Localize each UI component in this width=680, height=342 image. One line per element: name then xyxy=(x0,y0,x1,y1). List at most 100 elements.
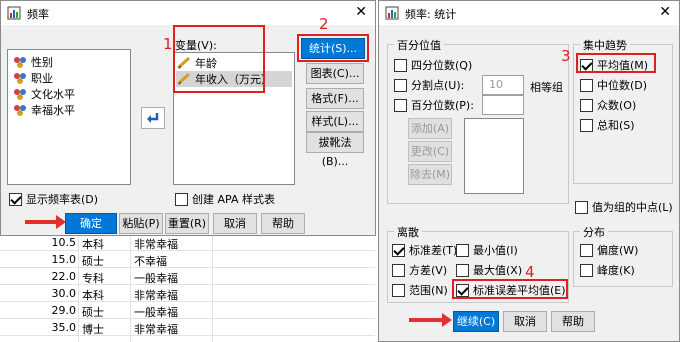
close-icon[interactable]: ✕ xyxy=(659,4,671,20)
dialog-title: 频率: 统计 xyxy=(405,8,457,21)
annotation-box-2 xyxy=(297,34,369,62)
bootstrap-button[interactable]: 拔靴法(B)... xyxy=(306,132,364,168)
cell-income: 35.0 xyxy=(51,321,77,334)
move-variable-button[interactable] xyxy=(141,107,165,129)
nominal-variable-icon xyxy=(14,57,26,68)
annotation-number-4: 4 xyxy=(525,263,535,281)
list-item[interactable]: 幸福水平 xyxy=(12,102,75,118)
minimum-checkbox[interactable]: 最小值(I) xyxy=(456,242,518,258)
source-variable-list[interactable]: 性别 职业 文化水平 幸福水平 xyxy=(7,49,131,185)
table-row[interactable]: 15.0 硕士 不幸福 xyxy=(0,251,375,268)
cell-income: 29.0 xyxy=(51,304,77,317)
cell-education: 本科 xyxy=(82,238,104,251)
median-checkbox[interactable]: 中位数(D) xyxy=(580,77,647,93)
checkbox-unchecked[interactable] xyxy=(175,192,188,206)
apa-style-checkbox[interactable]: 创建 APA 样式表 xyxy=(175,191,275,207)
spss-chart-icon xyxy=(7,6,21,20)
table-row[interactable]: 10.5 本科 非常幸福 xyxy=(0,234,375,251)
cell-education: 硕士 xyxy=(82,255,104,268)
cell-happiness: 非常幸福 xyxy=(134,238,178,251)
group-title: 分布 xyxy=(580,224,608,240)
distribution-group: 分布 偏度(W) 峰度(K) xyxy=(573,224,673,287)
percentile-values-group: 百分位值 四分位数(Q) 分割点(U): 10 相等组 百分位数(P): 添加(… xyxy=(387,37,569,204)
cell-happiness: 一般幸福 xyxy=(134,272,178,285)
list-item[interactable]: 性别 xyxy=(12,54,53,70)
percentiles-checkbox[interactable]: 百分位数(P): xyxy=(394,97,474,113)
annotation-box-3 xyxy=(576,53,656,73)
list-item[interactable]: 文化水平 xyxy=(12,86,75,102)
annotation-arrow xyxy=(25,215,66,229)
cancel-button[interactable]: 取消 xyxy=(503,311,547,332)
charts-button[interactable]: 图表(C)... xyxy=(306,63,364,84)
change-button[interactable]: 更改(C) xyxy=(408,141,452,162)
ok-button[interactable]: 确定 xyxy=(65,213,117,234)
cancel-button[interactable]: 取消 xyxy=(213,213,257,234)
annotation-number-1: 1 xyxy=(163,35,173,53)
table-row[interactable]: 35.0 博士 非常幸福 xyxy=(0,319,375,336)
cell-income: 10.5 xyxy=(51,236,77,249)
cell-happiness: 非常幸福 xyxy=(134,323,178,336)
table-row[interactable]: 29.0 硕士 一般幸福 xyxy=(0,302,375,319)
help-button[interactable]: 帮助 xyxy=(551,311,595,332)
percentile-list[interactable] xyxy=(464,118,524,194)
nominal-variable-icon xyxy=(14,105,26,116)
reset-button[interactable]: 重置(R) xyxy=(165,213,209,234)
std-deviation-checkbox[interactable]: 标准差(T) xyxy=(392,242,457,258)
range-checkbox[interactable]: 范围(N) xyxy=(392,282,448,298)
kurtosis-checkbox[interactable]: 峰度(K) xyxy=(580,262,635,278)
sum-checkbox[interactable]: 总和(S) xyxy=(580,117,635,133)
table-row[interactable]: 22.0 专科 一般幸福 xyxy=(0,268,375,285)
remove-button[interactable]: 除去(M) xyxy=(408,164,452,185)
spss-chart-icon xyxy=(385,6,399,20)
central-tendency-group: 集中趋势 平均值(M) 中位数(D) 众数(O) 总和(S) xyxy=(573,37,673,184)
equal-groups-label: 相等组 xyxy=(530,81,563,94)
skewness-checkbox[interactable]: 偏度(W) xyxy=(580,242,638,258)
close-icon[interactable]: ✕ xyxy=(355,4,367,20)
checkbox-checked[interactable] xyxy=(9,192,22,206)
continue-button[interactable]: 继续(C) xyxy=(453,311,499,332)
variance-checkbox[interactable]: 方差(V) xyxy=(392,262,447,278)
nominal-variable-icon xyxy=(14,89,26,100)
annotation-arrow xyxy=(409,313,452,327)
dialog-title: 频率 xyxy=(27,8,49,21)
dispersion-group: 离散 标准差(T) 最小值(I) 方差(V) 最大值(X) 范围(N) 标准误差… xyxy=(387,224,569,303)
data-spreadsheet: 10.5 本科 非常幸福 15.0 硕士 不幸福 22.0 专科 一般幸福 30… xyxy=(0,230,375,342)
cell-income: 30.0 xyxy=(51,287,77,300)
style-button[interactable]: 样式(L)... xyxy=(306,111,364,132)
annotation-box-4 xyxy=(452,279,568,299)
frequencies-dialog: 频率 ✕ 性别 职业 文化水平 幸福水平 变量(V): 年龄 年收入（万元） 1… xyxy=(0,0,376,236)
cell-happiness: 不幸福 xyxy=(134,255,167,268)
cell-happiness: 一般幸福 xyxy=(134,306,178,319)
cell-income: 22.0 xyxy=(51,270,77,283)
quartiles-checkbox[interactable]: 四分位数(Q) xyxy=(394,57,472,73)
statistics-dialog: 频率: 统计 ✕ 百分位值 四分位数(Q) 分割点(U): 10 相等组 百分位… xyxy=(378,0,680,342)
cell-income: 15.0 xyxy=(51,253,77,266)
paste-button[interactable]: 粘贴(P) xyxy=(119,213,163,234)
add-button[interactable]: 添加(A) xyxy=(408,118,452,139)
format-button[interactable]: 格式(F)... xyxy=(306,88,364,109)
percentile-input[interactable] xyxy=(482,95,524,115)
cell-education: 专科 xyxy=(82,272,104,285)
return-arrow-icon xyxy=(147,113,159,123)
title-bar: 频率: 统计 ✕ xyxy=(379,1,679,25)
cell-happiness: 非常幸福 xyxy=(134,289,178,302)
cut-points-input[interactable]: 10 xyxy=(482,75,524,95)
show-frequency-tables-checkbox[interactable]: 显示频率表(D) xyxy=(9,191,98,207)
annotation-box-1 xyxy=(173,25,265,93)
maximum-checkbox[interactable]: 最大值(X) xyxy=(456,262,522,278)
annotation-number-2: 2 xyxy=(319,15,329,33)
cut-points-checkbox[interactable]: 分割点(U): xyxy=(394,77,464,93)
values-group-midpoints-checkbox[interactable]: 值为组的中点(L) xyxy=(575,199,673,215)
annotation-number-3: 3 xyxy=(561,47,571,65)
group-title: 集中趋势 xyxy=(580,37,630,53)
group-title: 离散 xyxy=(394,224,422,240)
group-title: 百分位值 xyxy=(394,37,444,53)
cell-education: 博士 xyxy=(82,323,104,336)
list-item[interactable]: 职业 xyxy=(12,70,53,86)
cell-education: 硕士 xyxy=(82,306,104,319)
nominal-variable-icon xyxy=(14,73,26,84)
mode-checkbox[interactable]: 众数(O) xyxy=(580,97,636,113)
cell-education: 本科 xyxy=(82,289,104,302)
help-button[interactable]: 帮助 xyxy=(261,213,305,234)
table-row[interactable]: 30.0 本科 非常幸福 xyxy=(0,285,375,302)
